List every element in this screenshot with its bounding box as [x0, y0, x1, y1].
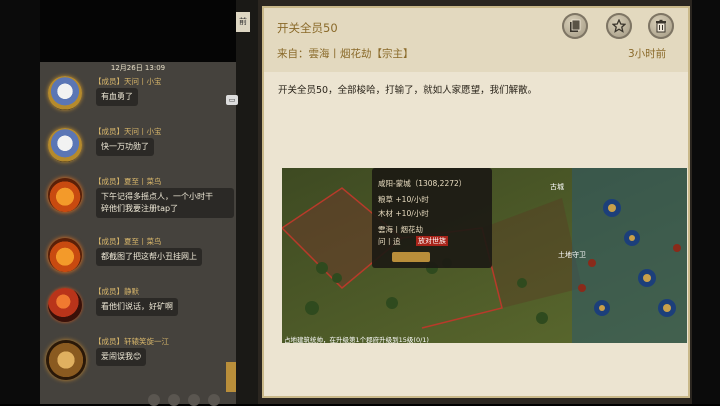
- map-grain: 粮草 +10/小时: [378, 195, 429, 204]
- page-dot[interactable]: [148, 394, 160, 406]
- map-marker-guard: 土地守卫: [558, 251, 586, 259]
- message-line: 下午记得多摇点人，一个小时干: [101, 192, 213, 201]
- copy-button[interactable]: [562, 13, 588, 39]
- message-bubble: 下午记得多摇点人，一个小时干 碎他们我要注册tap了: [96, 188, 234, 218]
- trash-icon: [656, 19, 666, 33]
- chat-top-black: [40, 0, 236, 62]
- avatar[interactable]: [48, 238, 82, 272]
- map-owner: 雲海丨烟花劫: [378, 225, 423, 234]
- map-marker-city: 古城: [550, 183, 564, 191]
- star-icon: [612, 19, 626, 33]
- map-wood: 木材 +10/小时: [378, 209, 429, 218]
- message-bubble: 都截图了把这帮小丑挂网上: [96, 248, 202, 266]
- mail-body: 开关全员50，全部梭哈，打输了，就如人家愿望，我们解散。: [278, 85, 538, 96]
- chat-corner-decoration: [226, 362, 236, 392]
- attached-map-screenshot[interactable]: 咸阳-蒙城（1308,2272） 粮草 +10/小时 木材 +10/小时 雲海丨…: [282, 168, 687, 343]
- sender-name[interactable]: 【成员】夏至丨菜鸟: [94, 176, 162, 187]
- avatar[interactable]: [48, 76, 82, 110]
- map-alliance-tag: 放对世族: [416, 236, 448, 246]
- sender-name[interactable]: 【成员】轩辕笑旋一江: [94, 336, 169, 347]
- mail-time: 3小时前: [628, 48, 667, 60]
- avatar[interactable]: [48, 178, 82, 212]
- map-location: 咸阳-蒙城（1308,2272）: [378, 179, 467, 188]
- mail-subject: 开关全员50: [277, 21, 338, 35]
- message-bubble: 看他们说话，好矿啊: [96, 298, 178, 316]
- sender-name[interactable]: 【成员】天问丨小宝: [94, 76, 162, 87]
- sender-name[interactable]: 【成员】天问丨小宝: [94, 126, 162, 137]
- map-image: [282, 168, 687, 343]
- page-dot[interactable]: [208, 394, 220, 406]
- right-edge: [692, 0, 720, 404]
- chat-side-strip: [236, 0, 258, 404]
- chat-panel: 12月26日 13:09 【成员】天问丨小宝 有血勇了 【成员】天问丨小宝 快一…: [40, 0, 236, 404]
- copy-icon: [570, 19, 581, 32]
- map-alliance: 问丨追: [378, 237, 401, 246]
- message-icon[interactable]: ▭: [226, 95, 238, 105]
- sender-name[interactable]: 【成员】静默: [94, 286, 139, 297]
- delete-button[interactable]: [648, 13, 674, 39]
- favorite-button[interactable]: [606, 13, 632, 39]
- message-bubble: 爱闹误我😊: [96, 348, 147, 366]
- page-dot[interactable]: [168, 394, 180, 406]
- page-dot[interactable]: [188, 394, 200, 406]
- chat-tab-button[interactable]: 前: [236, 12, 250, 32]
- message-line: 碎他们我要注册tap了: [101, 204, 179, 213]
- avatar[interactable]: [46, 340, 86, 380]
- avatar[interactable]: [48, 288, 82, 322]
- message-bubble: 快一万功勋了: [96, 138, 154, 156]
- chat-timestamp: 12月26日 13:09: [110, 64, 166, 72]
- avatar[interactable]: [48, 128, 82, 162]
- map-bottom-text: 占地建筑统帅，在升级第1个郡府升级到15级(0/1): [284, 336, 429, 343]
- message-bubble: 有血勇了: [96, 88, 138, 106]
- sender-name[interactable]: 【成员】夏至丨菜鸟: [94, 236, 162, 247]
- mail-sender: 来自：雲海丨烟花劫【宗主】: [277, 48, 414, 60]
